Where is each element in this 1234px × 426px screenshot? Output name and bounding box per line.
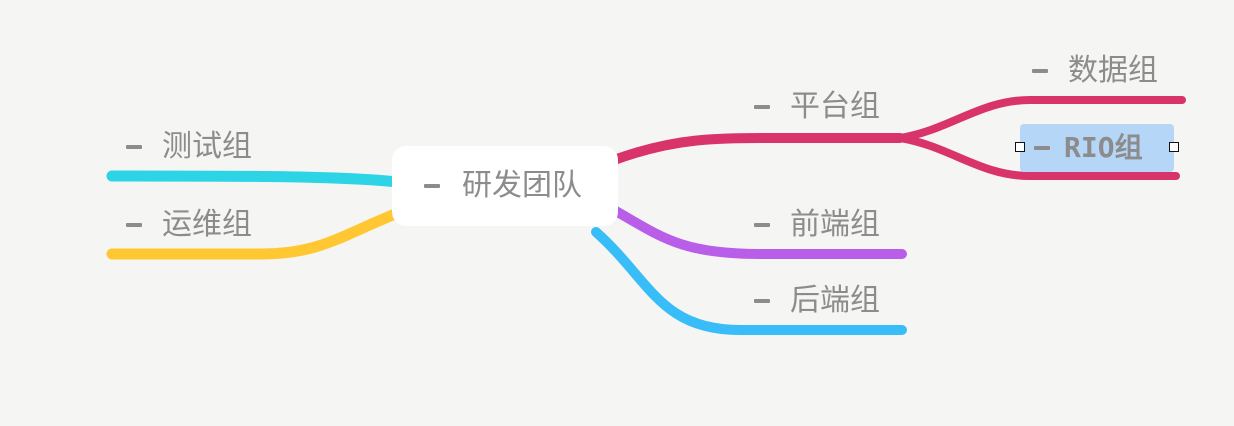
edge-root-test — [106, 170, 404, 188]
node-label: 数据组 — [1068, 53, 1158, 88]
resize-handle-right[interactable] — [1169, 142, 1179, 152]
node-rio-group-selected[interactable]: RIO组 — [1020, 124, 1174, 172]
node-label: 前端组 — [790, 207, 880, 242]
minus-icon[interactable] — [424, 184, 440, 188]
node-backend-group[interactable]: 后端组 — [754, 286, 880, 316]
node-label: 平台组 — [790, 89, 880, 124]
node-ops-group[interactable]: 运维组 — [126, 210, 252, 240]
minus-icon[interactable] — [126, 145, 142, 149]
node-label: 运维组 — [162, 207, 252, 242]
root-node-label: 研发团队 — [462, 168, 582, 203]
minus-icon[interactable] — [754, 105, 770, 109]
node-platform-group[interactable]: 平台组 — [754, 92, 880, 122]
node-data-group[interactable]: 数据组 — [1032, 56, 1158, 86]
node-label: RIO组 — [1064, 131, 1143, 164]
minus-icon[interactable] — [126, 223, 142, 227]
root-node[interactable]: 研发团队 — [392, 146, 618, 226]
minus-icon[interactable] — [1034, 146, 1050, 150]
edge-root-platform — [609, 132, 905, 165]
node-frontend-group[interactable]: 前端组 — [754, 210, 880, 240]
node-label: 测试组 — [162, 129, 252, 164]
resize-handle-left[interactable] — [1015, 142, 1025, 152]
mindmap-canvas[interactable]: 研发团队 测试组 运维组 平台组 数据组 RIO组 前端组 后端组 — [0, 0, 1234, 426]
minus-icon[interactable] — [754, 299, 770, 303]
node-test-group[interactable]: 测试组 — [126, 132, 252, 162]
minus-icon[interactable] — [1032, 69, 1048, 73]
node-label: 后端组 — [790, 283, 880, 318]
minus-icon[interactable] — [754, 223, 770, 227]
